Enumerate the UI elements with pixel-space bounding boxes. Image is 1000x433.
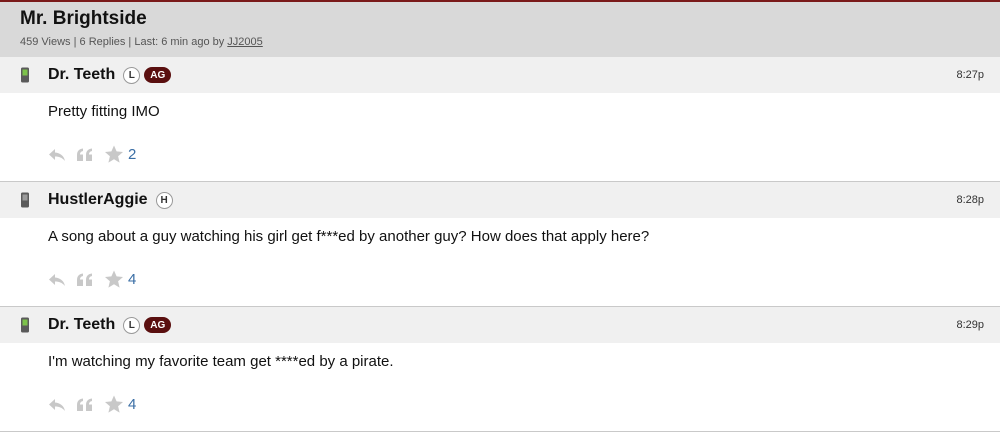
star-count[interactable]: 4 <box>128 271 136 288</box>
post-actions: 4 <box>48 270 136 289</box>
user-badge: L <box>123 316 141 334</box>
star-icon[interactable] <box>104 270 124 289</box>
thread-stats: 459 Views | 6 Replies | Last: 6 min ago … <box>20 36 228 48</box>
post-time[interactable]: 8:29p <box>956 319 984 331</box>
post-body: A song about a guy watching his girl get… <box>0 218 1000 306</box>
ag-badge: AG <box>144 67 172 83</box>
reply-icon[interactable] <box>48 273 66 287</box>
post-actions: 2 <box>48 145 136 164</box>
post: Dr. Teeth L AG 8:27p Pretty fitting IMO … <box>0 57 1000 182</box>
user-badge: H <box>155 191 173 209</box>
username[interactable]: Dr. Teeth <box>48 316 115 334</box>
ag-badge: AG <box>144 317 172 333</box>
post-header: Dr. Teeth L AG 8:27p <box>0 57 1000 93</box>
reply-icon[interactable] <box>48 398 66 412</box>
post: HustlerAggie H 8:28p A song about a guy … <box>0 182 1000 307</box>
post-text: I'm watching my favorite team get ****ed… <box>48 353 394 370</box>
mobile-device-icon <box>20 317 30 333</box>
quote-icon[interactable] <box>76 273 94 287</box>
thread-header: Mr. Brightside 459 Views | 6 Replies | L… <box>0 0 1000 57</box>
quote-icon[interactable] <box>76 148 94 162</box>
post-header: HustlerAggie H 8:28p <box>0 182 1000 218</box>
post-body: Pretty fitting IMO 2 <box>0 93 1000 181</box>
star-icon[interactable] <box>104 395 124 414</box>
post-body: I'm watching my favorite team get ****ed… <box>0 343 1000 431</box>
thread-title: Mr. Brightside <box>20 8 147 29</box>
post-time[interactable]: 8:27p <box>956 69 984 81</box>
star-icon[interactable] <box>104 145 124 164</box>
mobile-device-icon <box>20 67 30 83</box>
post-time[interactable]: 8:28p <box>956 194 984 206</box>
post-text: A song about a guy watching his girl get… <box>48 228 650 245</box>
username[interactable]: HustlerAggie <box>48 191 148 209</box>
post-actions: 4 <box>48 395 136 414</box>
post: Dr. Teeth L AG 8:29p I'm watching my fav… <box>0 307 1000 432</box>
post-header: Dr. Teeth L AG 8:29p <box>0 307 1000 343</box>
reply-icon[interactable] <box>48 148 66 162</box>
mobile-device-icon <box>20 192 30 208</box>
quote-icon[interactable] <box>76 398 94 412</box>
user-badge: L <box>123 66 141 84</box>
star-count[interactable]: 4 <box>128 396 136 413</box>
username[interactable]: Dr. Teeth <box>48 66 115 84</box>
star-count[interactable]: 2 <box>128 146 136 163</box>
thread-meta: 459 Views | 6 Replies | Last: 6 min ago … <box>20 36 1000 48</box>
last-poster-link[interactable]: JJ2005 <box>227 36 262 48</box>
post-text: Pretty fitting IMO <box>48 103 160 120</box>
